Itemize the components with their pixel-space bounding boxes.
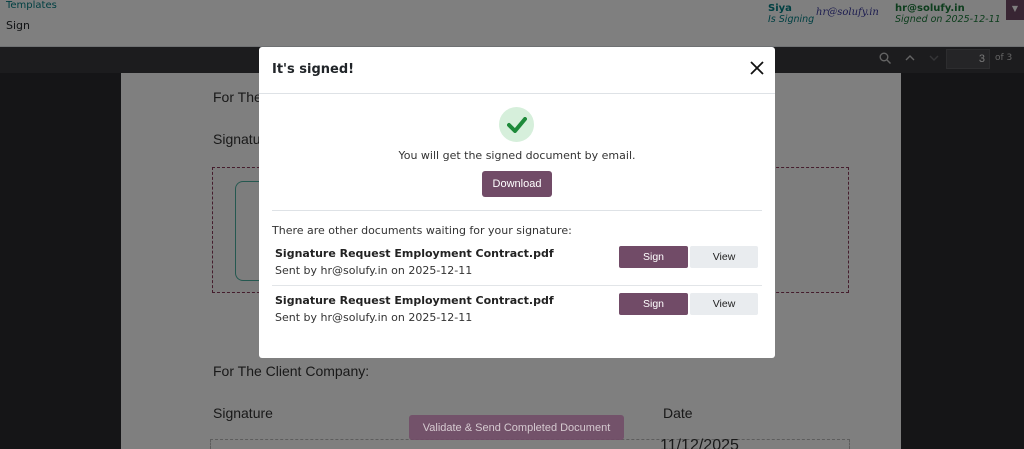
close-icon[interactable] (747, 59, 767, 79)
signed-dialog: It's signed! You will get the signed doc… (259, 47, 775, 358)
document-meta: Sent by hr@solufy.in on 2025-12-11 (275, 311, 473, 324)
list-item: Signature Request Employment Contract.pd… (272, 287, 762, 333)
document-name: Signature Request Employment Contract.pd… (275, 294, 554, 307)
document-meta: Sent by hr@solufy.in on 2025-12-11 (275, 264, 473, 277)
document-name: Signature Request Employment Contract.pd… (275, 247, 554, 260)
validate-send-button[interactable]: Validate & Send Completed Document (409, 415, 624, 440)
view-button[interactable]: View (690, 246, 758, 268)
dialog-title: It's signed! (272, 62, 355, 77)
dialog-header: It's signed! (259, 47, 775, 94)
divider (272, 210, 762, 211)
other-documents-title: There are other documents waiting for yo… (272, 224, 572, 237)
checkmark-icon (499, 107, 534, 142)
sign-button[interactable]: Sign (619, 246, 688, 268)
view-button[interactable]: View (690, 293, 758, 315)
sign-button[interactable]: Sign (619, 293, 688, 315)
success-message: You will get the signed document by emai… (398, 149, 636, 162)
list-item: Signature Request Employment Contract.pd… (272, 240, 762, 286)
download-button[interactable]: Download (482, 171, 552, 197)
